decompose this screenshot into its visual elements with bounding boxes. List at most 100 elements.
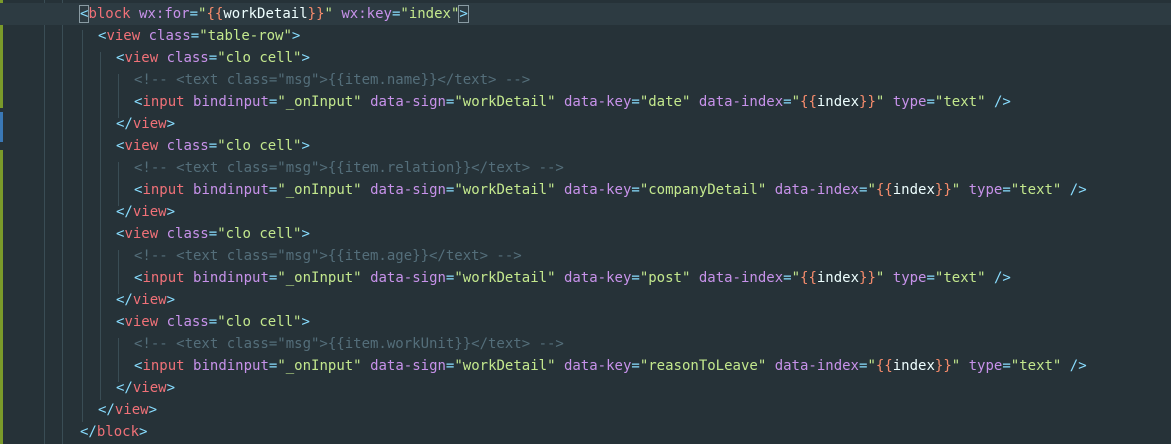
code-token: bindinput xyxy=(193,358,269,374)
code-token: {{ xyxy=(800,94,817,110)
code-token: view xyxy=(132,116,167,132)
code-line[interactable]: <view class="clo cell"> xyxy=(0,47,1171,69)
code-token: class xyxy=(148,28,191,44)
code-token: <!-- <text class="msg">{{item.relation}}… xyxy=(134,160,564,176)
code-token: </ xyxy=(116,116,133,132)
code-token: block xyxy=(88,6,131,22)
code-line[interactable]: <input bindinput="_onInput" data-sign="w… xyxy=(0,267,1171,289)
code-line[interactable]: <input bindinput="_onInput" data-sign="w… xyxy=(0,179,1171,201)
code-line[interactable]: </block> xyxy=(0,421,1171,443)
code-token: block xyxy=(96,424,140,440)
code-token: data-key xyxy=(563,182,632,198)
code-line[interactable]: </view> xyxy=(0,289,1171,311)
code-token: view xyxy=(132,380,167,396)
code-token: "clo cell" xyxy=(217,314,302,330)
code-token: "table-row" xyxy=(199,28,292,44)
code-token: " xyxy=(951,358,961,374)
code-token: index xyxy=(892,358,935,374)
code-token: = xyxy=(926,94,935,110)
code-token: = xyxy=(631,270,640,286)
code-token: = xyxy=(1002,182,1011,198)
code-token: > xyxy=(301,50,310,66)
code-token: type xyxy=(968,358,1003,374)
code-token: data-sign xyxy=(370,94,446,110)
code-token: /> xyxy=(1069,358,1087,374)
code-line[interactable]: <input bindinput="_onInput" data-sign="w… xyxy=(0,91,1171,113)
code-token: > xyxy=(166,116,176,132)
code-token: "workDetail" xyxy=(454,94,556,110)
code-token: input xyxy=(142,270,185,286)
code-token: "_onInput" xyxy=(277,358,362,374)
code-token: data-sign xyxy=(370,182,446,198)
code-token: data-index xyxy=(774,182,859,198)
code-token: "_onInput" xyxy=(277,270,362,286)
code-token: data-key xyxy=(563,358,632,374)
code-token: data-key xyxy=(563,94,632,110)
code-token: input xyxy=(142,94,185,110)
code-line[interactable]: </view> xyxy=(0,201,1171,223)
code-token: data-index xyxy=(774,358,859,374)
code-token: view xyxy=(114,402,149,418)
code-token: > xyxy=(166,204,176,220)
code-line[interactable]: <!-- <text class="msg">{{item.name}}</te… xyxy=(0,69,1171,91)
code-token: class xyxy=(166,314,209,330)
code-token: {{ xyxy=(875,358,893,374)
code-token: }} xyxy=(934,358,952,374)
code-token: </ xyxy=(80,424,97,440)
code-token: " xyxy=(324,6,333,22)
code-line[interactable]: <block wx:for="{{workDetail}}" wx:key="i… xyxy=(0,3,1171,25)
code-editor[interactable]: <block wx:for="{{workDetail}}" wx:key="i… xyxy=(0,0,1171,444)
code-token: = xyxy=(208,314,218,330)
code-token: wx:key xyxy=(341,6,392,22)
code-token: input xyxy=(142,358,185,374)
code-line[interactable]: <input bindinput="_onInput" data-sign="w… xyxy=(0,355,1171,377)
code-token: class xyxy=(166,50,209,66)
code-line[interactable]: <!-- <text class="msg">{{item.age}}</tex… xyxy=(0,245,1171,267)
code-token: }} xyxy=(859,270,876,286)
code-line[interactable]: <!-- <text class="msg">{{item.relation}}… xyxy=(0,157,1171,179)
code-line[interactable]: </view> xyxy=(0,377,1171,399)
code-token: class xyxy=(166,138,209,154)
code-token: = xyxy=(189,6,199,22)
code-line[interactable]: </view> xyxy=(0,113,1171,135)
code-token: " xyxy=(791,270,801,286)
code-line[interactable]: <view class="clo cell"> xyxy=(0,311,1171,333)
code-token: " xyxy=(951,182,961,198)
code-token: }} xyxy=(859,94,876,110)
code-line[interactable]: <view class="clo cell"> xyxy=(0,135,1171,157)
code-line[interactable]: <view class="table-row"> xyxy=(0,25,1171,47)
code-token: data-key xyxy=(563,270,632,286)
code-token: type xyxy=(892,94,927,110)
code-line[interactable]: <!-- <text class="msg">{{item.workUnit}}… xyxy=(0,333,1171,355)
code-token: "workDetail" xyxy=(454,270,556,286)
code-token: index xyxy=(816,270,860,286)
code-token: <!-- <text class="msg">{{item.age}}</tex… xyxy=(134,248,522,264)
code-token: = xyxy=(783,94,792,110)
code-token: "workDetail" xyxy=(454,358,556,374)
code-token: = xyxy=(1002,358,1011,374)
code-token: "_onInput" xyxy=(277,182,362,198)
code-token: > xyxy=(166,292,176,308)
code-line[interactable]: <view class="clo cell"> xyxy=(0,223,1171,245)
code-token: data-index xyxy=(698,270,784,286)
code-line[interactable]: </view> xyxy=(0,399,1171,421)
code-token: " xyxy=(867,182,876,198)
code-token: = xyxy=(208,138,218,154)
